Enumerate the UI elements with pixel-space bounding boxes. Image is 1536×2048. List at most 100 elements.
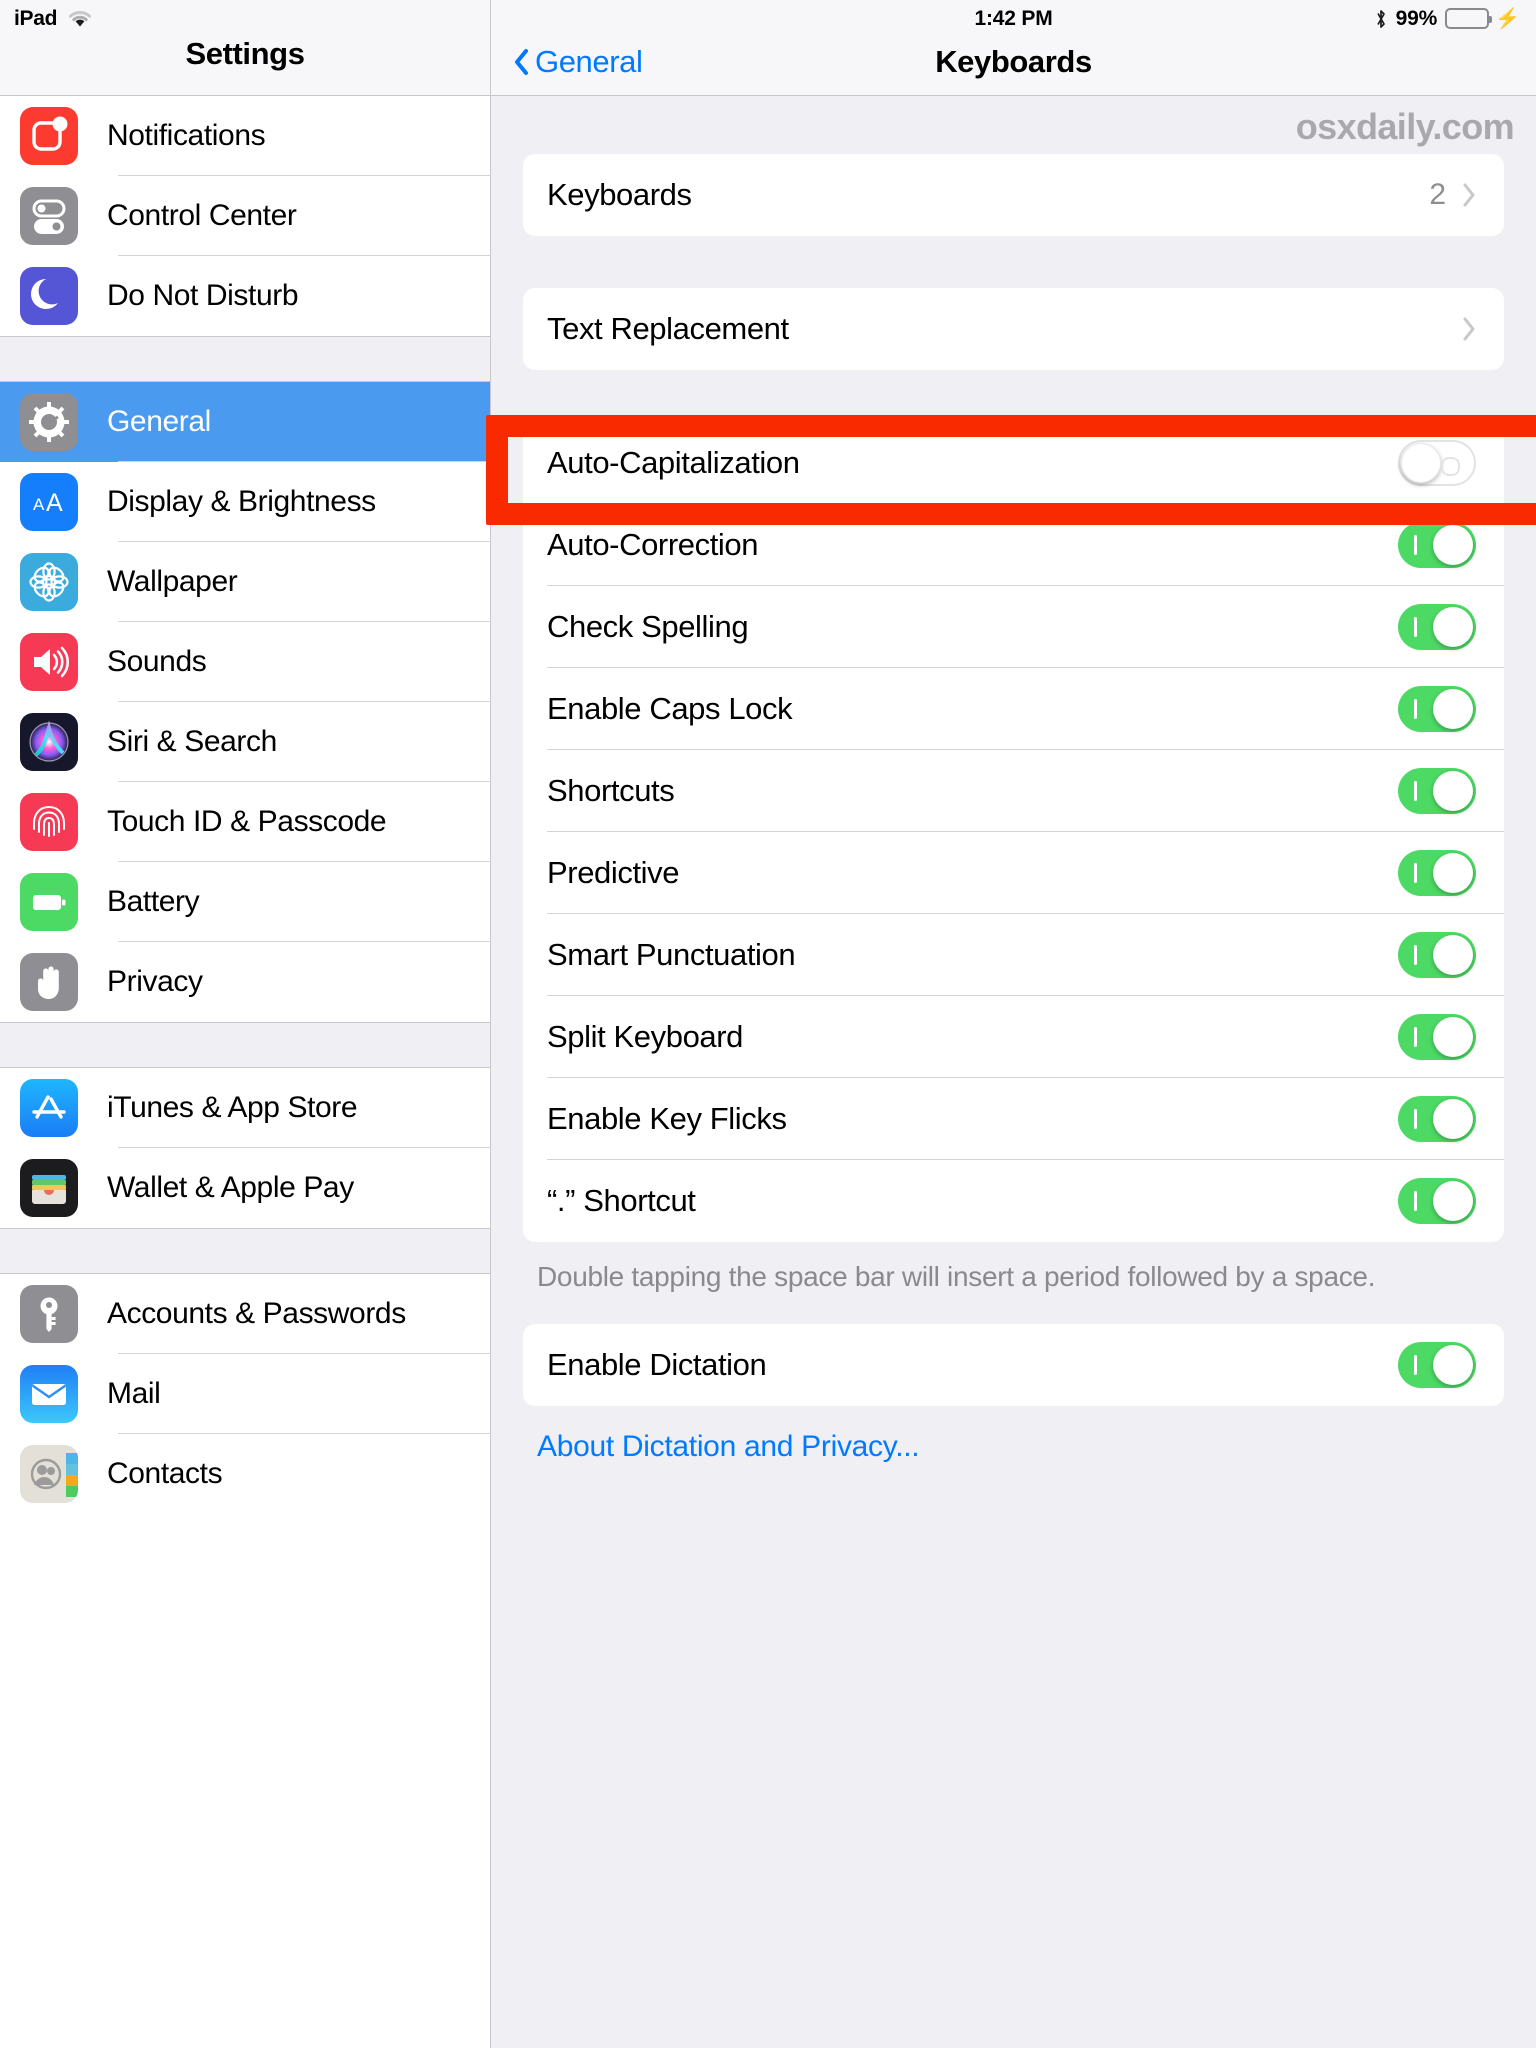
sidebar-item-accounts-passwords[interactable]: Accounts & Passwords xyxy=(0,1274,490,1354)
sounds-icon xyxy=(20,633,78,691)
sidebar-group-2: General A A Display & Brightness Wallpap… xyxy=(0,382,490,1022)
row-enable-caps-lock[interactable]: Enable Caps Lock xyxy=(523,668,1504,750)
row-label: Enable Key Flicks xyxy=(547,1101,787,1136)
battery-charging-icon xyxy=(1445,8,1493,29)
sidebar-item-general[interactable]: General xyxy=(0,382,490,462)
svg-text:A: A xyxy=(33,495,45,514)
row-label: Auto-Capitalization xyxy=(547,445,800,480)
row-split-keyboard[interactable]: Split Keyboard xyxy=(523,996,1504,1078)
contacts-icon xyxy=(20,1445,78,1503)
row-label: Shortcuts xyxy=(547,773,675,808)
dictation-card: Enable Dictation xyxy=(523,1323,1504,1406)
period-shortcut-toggle[interactable] xyxy=(1398,1178,1476,1224)
row-label: Enable Dictation xyxy=(547,1346,767,1382)
sidebar-item-label: Siri & Search xyxy=(107,725,277,758)
predictive-toggle[interactable] xyxy=(1398,850,1476,896)
sidebar-item-label: Contacts xyxy=(107,1457,223,1490)
battery-percent-label: 99% xyxy=(1395,6,1438,30)
split-keyboard-toggle[interactable] xyxy=(1398,1014,1476,1060)
page-title: Settings xyxy=(185,36,305,71)
sidebar-item-label: Display & Brightness xyxy=(107,485,376,518)
wallpaper-icon xyxy=(20,553,78,611)
sidebar-item-label: General xyxy=(107,405,211,438)
text-replacement-card: Text Replacement xyxy=(523,288,1504,370)
sidebar-item-mail[interactable]: Mail xyxy=(0,1354,490,1434)
row-label: Smart Punctuation xyxy=(547,937,796,972)
row-period-shortcut[interactable]: “.” Shortcut xyxy=(523,1160,1504,1242)
sidebar-item-label: iTunes & App Store xyxy=(107,1091,358,1124)
siri-icon xyxy=(20,713,78,771)
row-label: “.” Shortcut xyxy=(547,1183,696,1218)
mail-icon xyxy=(20,1365,78,1423)
sidebar-status-bar: iPad xyxy=(0,0,490,38)
row-label: Auto-Correction xyxy=(547,527,759,562)
battery-icon xyxy=(20,873,78,931)
row-check-spelling[interactable]: Check Spelling xyxy=(523,586,1504,668)
row-keyboards[interactable]: Keyboards 2 xyxy=(523,154,1504,236)
row-auto-capitalization[interactable]: Auto-Capitalization xyxy=(523,422,1504,504)
do-not-disturb-icon xyxy=(20,267,78,325)
sidebar-item-itunes-app-store[interactable]: iTunes & App Store xyxy=(0,1068,490,1148)
sidebar-item-notifications[interactable]: Notifications xyxy=(0,96,490,176)
sidebar-group-3: iTunes & App Store Wallet & Apple Pay xyxy=(0,1068,490,1228)
sidebar-item-label: Wallpaper xyxy=(107,565,238,598)
sidebar-item-privacy[interactable]: Privacy xyxy=(0,942,490,1022)
auto-correction-toggle[interactable] xyxy=(1398,522,1476,568)
sidebar-item-battery[interactable]: Battery xyxy=(0,862,490,942)
shortcuts-toggle[interactable] xyxy=(1398,768,1476,814)
row-text-replacement[interactable]: Text Replacement xyxy=(523,288,1504,370)
check-spelling-toggle[interactable] xyxy=(1398,604,1476,650)
sidebar-item-label: Privacy xyxy=(107,965,203,998)
sidebar-section-gap xyxy=(0,336,490,382)
sidebar-item-contacts[interactable]: Contacts xyxy=(0,1434,490,1514)
smart-punctuation-toggle[interactable] xyxy=(1398,932,1476,978)
keyboards-card: Keyboards 2 xyxy=(523,154,1504,236)
privacy-hand-icon xyxy=(20,953,78,1011)
sidebar-scroll-area[interactable]: Notifications Control Center Do Not Dist… xyxy=(0,96,490,2048)
sidebar-group-1: Notifications Control Center Do Not Dist… xyxy=(0,96,490,336)
chevron-right-icon xyxy=(1462,182,1476,208)
sidebar-item-label: Notifications xyxy=(107,119,266,152)
row-label: Text Replacement xyxy=(547,311,789,346)
sidebar-section-gap xyxy=(0,1022,490,1068)
about-dictation-privacy-link[interactable]: About Dictation and Privacy... xyxy=(537,1430,1536,1464)
sidebar-item-label: Battery xyxy=(107,885,200,918)
enable-caps-lock-toggle[interactable] xyxy=(1398,686,1476,732)
touch-id-icon xyxy=(20,793,78,851)
watermark-label: osxdaily.com xyxy=(1295,106,1515,147)
detail-nav-bar: General Keyboards xyxy=(491,38,1536,96)
app-store-icon xyxy=(20,1079,78,1137)
row-enable-dictation[interactable]: Enable Dictation xyxy=(523,1324,1504,1406)
enable-key-flicks-toggle[interactable] xyxy=(1398,1096,1476,1142)
row-label: Enable Caps Lock xyxy=(547,691,793,726)
sidebar-item-siri-search[interactable]: Siri & Search xyxy=(0,702,490,782)
sidebar-section-gap xyxy=(0,1228,490,1274)
device-name-label: iPad xyxy=(14,7,58,30)
sidebar-item-label: Touch ID & Passcode xyxy=(107,805,387,838)
auto-capitalization-toggle[interactable] xyxy=(1398,440,1476,486)
row-auto-correction[interactable]: Auto-Correction xyxy=(523,504,1504,586)
sidebar-item-control-center[interactable]: Control Center xyxy=(0,176,490,256)
sidebar-item-do-not-disturb[interactable]: Do Not Disturb xyxy=(0,256,490,336)
detail-scroll-area[interactable]: osxdaily.com Keyboards 2 Text Replacemen… xyxy=(491,96,1536,2048)
keyboards-count: 2 xyxy=(1429,178,1446,211)
enable-dictation-toggle[interactable] xyxy=(1398,1341,1476,1388)
sidebar-item-label: Accounts & Passwords xyxy=(107,1297,406,1330)
sidebar-item-wallet-apple-pay[interactable]: Wallet & Apple Pay xyxy=(0,1148,490,1228)
row-label: Check Spelling xyxy=(547,609,749,644)
row-label: Predictive xyxy=(547,855,680,890)
detail-status-bar: 1:42 PM 99% ⚡ xyxy=(491,0,1536,38)
sidebar-item-sounds[interactable]: Sounds xyxy=(0,622,490,702)
key-icon xyxy=(20,1285,78,1343)
row-smart-punctuation[interactable]: Smart Punctuation xyxy=(523,914,1504,996)
ipad-settings-screen: iPad Settings Notifications Control Cent… xyxy=(0,0,1536,2048)
sidebar-item-wallpaper[interactable]: Wallpaper xyxy=(0,542,490,622)
row-shortcuts[interactable]: Shortcuts xyxy=(523,750,1504,832)
row-predictive[interactable]: Predictive xyxy=(523,832,1504,914)
sidebar-item-label: Control Center xyxy=(107,199,297,232)
control-center-icon xyxy=(20,187,78,245)
notifications-icon xyxy=(20,107,78,165)
sidebar-item-touch-id-passcode[interactable]: Touch ID & Passcode xyxy=(0,782,490,862)
sidebar-item-display-brightness[interactable]: A A Display & Brightness xyxy=(0,462,490,542)
row-enable-key-flicks[interactable]: Enable Key Flicks xyxy=(523,1078,1504,1160)
